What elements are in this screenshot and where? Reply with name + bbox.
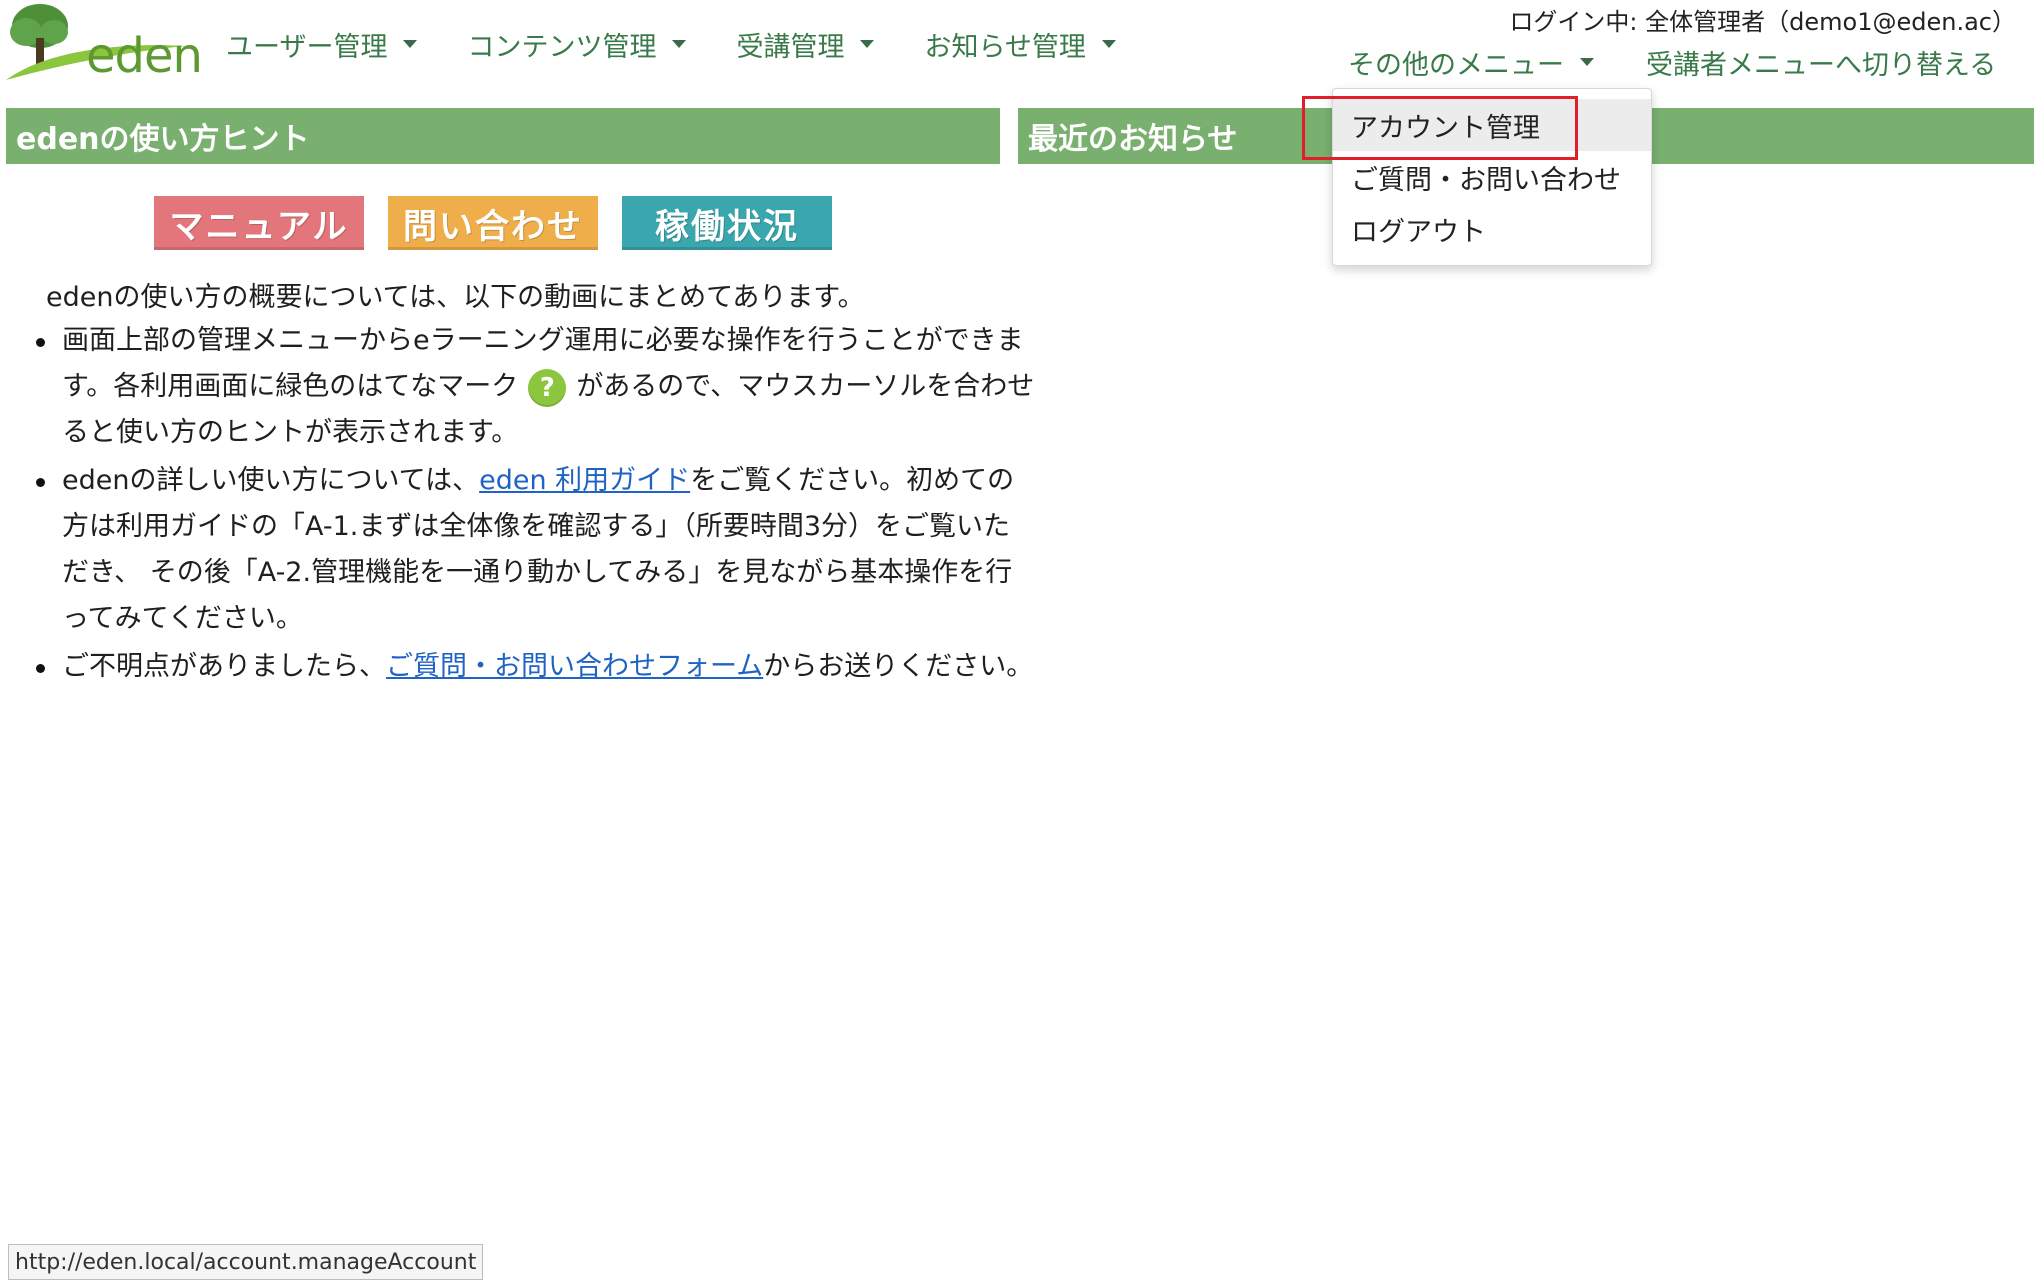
nav-label: ユーザー管理: [226, 31, 388, 63]
nav-course-management[interactable]: 受講管理: [736, 22, 875, 66]
menu-item-account-management[interactable]: アカウント管理: [1333, 99, 1651, 151]
login-info: ログイン中: 全体管理者（demo1@eden.ac）: [1509, 8, 2016, 36]
help-question-icon: ?: [528, 368, 567, 407]
caret-down-icon: [672, 40, 687, 48]
nav-content-management[interactable]: コンテンツ管理: [467, 22, 687, 66]
caret-down-icon: [1101, 40, 1116, 48]
nav-label: その他のメニュー: [1348, 49, 1564, 81]
main-nav: ユーザー管理 コンテンツ管理 受講管理 お知らせ管理: [226, 22, 1166, 66]
switch-to-learner-link[interactable]: 受講者メニューへ切り替える: [1646, 40, 1996, 84]
contact-button[interactable]: 問い合わせ: [388, 196, 598, 250]
other-menu-dropdown: アカウント管理 ご質問・お問い合わせ ログアウト: [1332, 88, 1652, 266]
nav-label: お知らせ管理: [924, 31, 1086, 63]
status-bar-url: http://eden.local/account.manageAccount: [8, 1244, 484, 1280]
hints-panel-title: edenの使い方ヒント: [6, 108, 1000, 164]
manual-button[interactable]: マニュアル: [154, 196, 364, 250]
usage-guide-link[interactable]: eden 利用ガイド: [479, 465, 690, 496]
hint-text: からお送りください。: [763, 651, 1034, 682]
caret-down-icon: [403, 40, 418, 48]
hint-text: edenの詳しい使い方については、: [62, 465, 480, 496]
nav-label: 受講管理: [736, 31, 845, 63]
inquiry-form-link[interactable]: ご質問・お問い合わせフォーム: [386, 651, 763, 682]
nav-user-management[interactable]: ユーザー管理: [226, 22, 418, 66]
hint-list: 画面上部の管理メニューからeラーニング運用に必要な操作を行うことができます。各利…: [30, 318, 1037, 692]
list-item: edenの詳しい使い方については、eden 利用ガイドをご覧ください。初めての方…: [36, 458, 1037, 642]
nav-other-menu[interactable]: その他のメニュー: [1348, 40, 1594, 84]
menu-item-inquiry[interactable]: ご質問・お問い合わせ: [1333, 151, 1651, 203]
logo-text: eden: [86, 28, 203, 84]
caret-down-icon: [1580, 58, 1594, 66]
list-item: ご不明点がありましたら、ご質問・お問い合わせフォームからお送りください。: [36, 644, 1037, 690]
menu-item-logout[interactable]: ログアウト: [1333, 203, 1651, 255]
hint-buttons: マニュアル 問い合わせ 稼働状況: [154, 196, 832, 250]
nav-label: コンテンツ管理: [467, 31, 657, 63]
intro-text: edenの使い方の概要については、以下の動画にまとめてあります。: [46, 282, 865, 313]
nav-notice-management[interactable]: お知らせ管理: [924, 22, 1116, 66]
hint-text: ご不明点がありましたら、: [62, 651, 386, 682]
caret-down-icon: [860, 40, 875, 48]
eden-logo[interactable]: eden: [4, 2, 203, 84]
status-button[interactable]: 稼働状況: [622, 196, 832, 250]
list-item: 画面上部の管理メニューからeラーニング運用に必要な操作を行うことができます。各利…: [36, 318, 1037, 456]
